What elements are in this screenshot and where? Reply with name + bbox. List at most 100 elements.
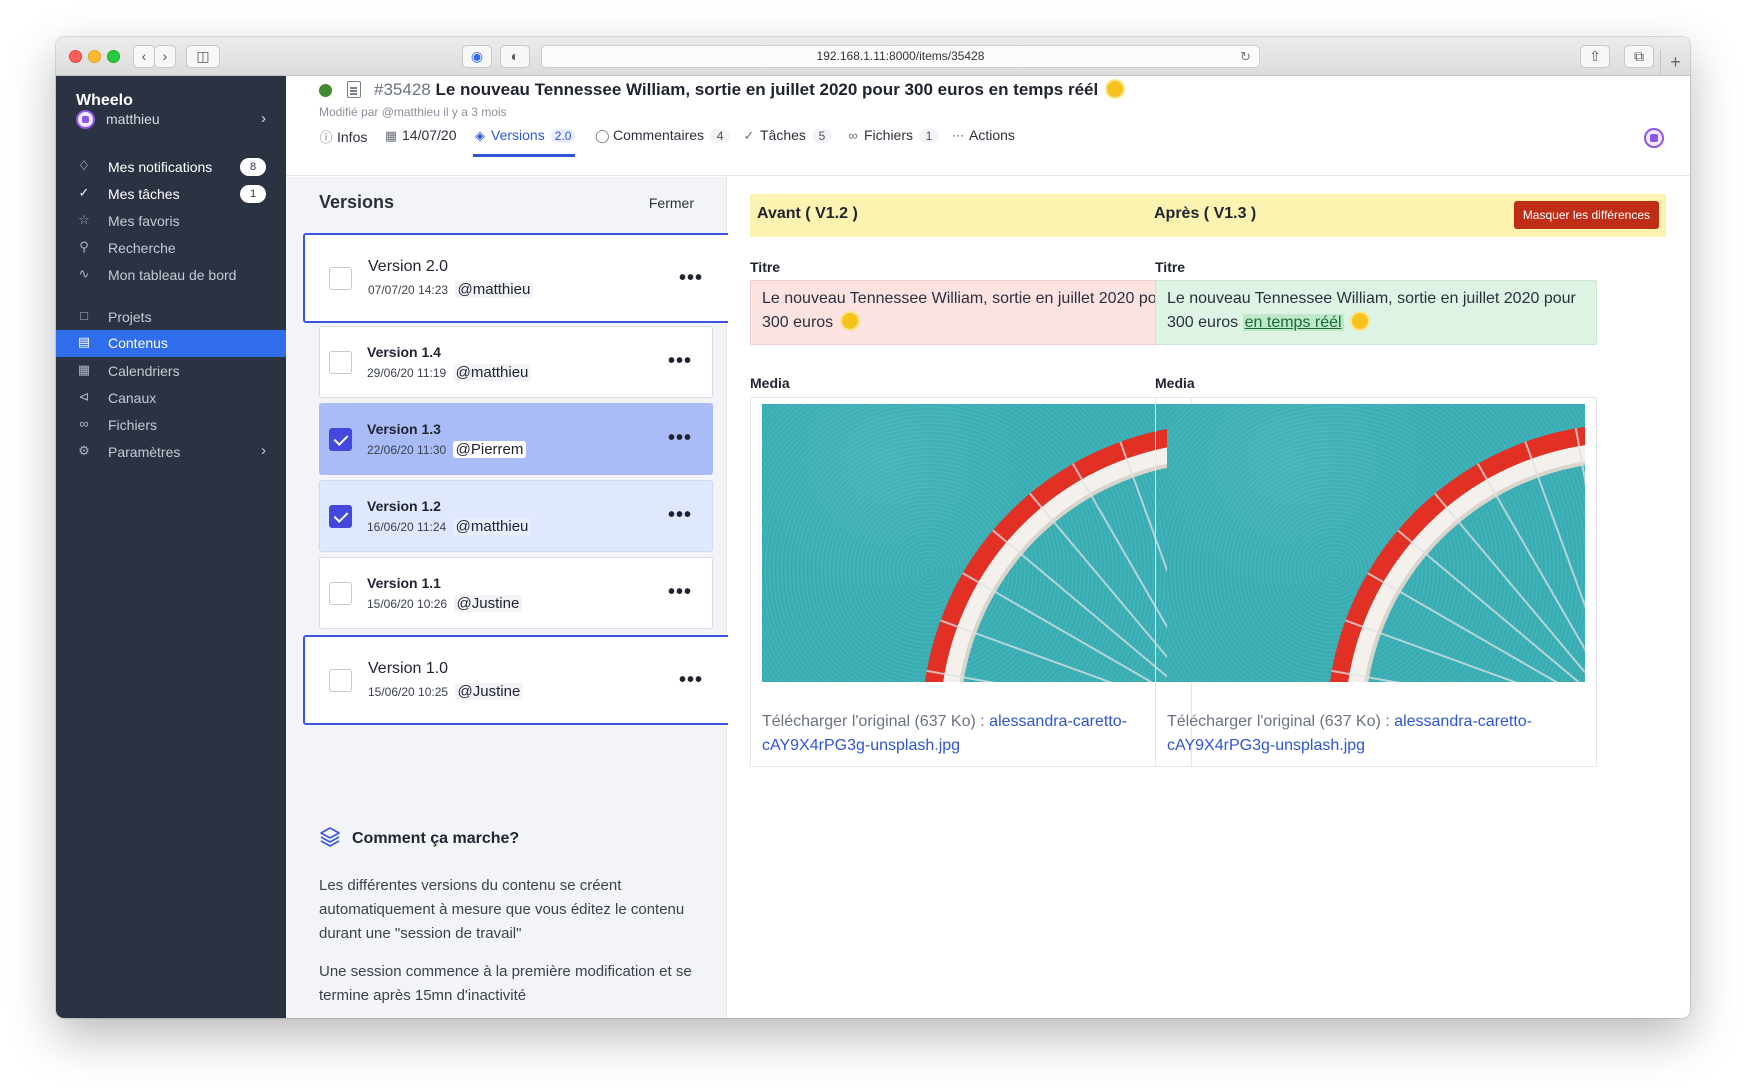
version-checkbox[interactable] [329,267,352,290]
layers-icon: ◈ [475,128,485,143]
close-window-button[interactable] [69,50,82,63]
more-icon[interactable]: ••• [668,351,692,371]
version-checkbox[interactable] [329,582,352,605]
version-checkbox[interactable] [329,351,352,374]
version-meta: 29/06/20 11:19 @matthieu [367,364,532,382]
bicycle-wheel-image [762,404,1180,682]
bicycle-wheel-image [1167,404,1585,682]
sidebar-item-notifications[interactable]: ♢ Mes notifications 8 [56,154,286,180]
sidebar-item-calendars[interactable]: ▦ Calendriers [56,358,286,384]
version-card[interactable]: Version 2.0 07/07/20 14:23 @matthieu ••• [303,233,741,323]
title-label: Titre [750,259,781,275]
calendar-icon: ▦ [77,362,91,377]
modified-info: Modifié par @matthieu il y a 3 mois [319,105,507,119]
sidebar-item-label: Mon tableau de bord [108,267,237,283]
version-name: Version 2.0 [368,258,449,275]
diff-header: Avant ( V1.2 ) Après ( V1.3 ) Masquer le… [750,194,1666,237]
tab-comments[interactable]: ◯ Commentaires 4 [595,127,731,157]
version-author: @Justine [453,595,523,612]
version-card[interactable]: Version 1.2 16/06/20 11:24 @matthieu ••• [319,480,713,552]
forward-icon[interactable]: › [154,45,176,68]
version-date: 15/06/20 10:26 [367,597,448,611]
sidebar-item-search[interactable]: ⚲ Recherche [56,235,286,261]
tab-count: 4 [710,129,731,143]
version-card[interactable]: Version 1.4 29/06/20 11:19 @matthieu ••• [319,326,713,398]
sun-emoji-icon [841,313,858,329]
sidebar-item-files[interactable]: ∞ Fichiers [56,412,286,438]
sidebar-item-contents[interactable]: ▤ Contenus [56,330,286,357]
layers-icon [320,827,340,847]
paperclip-icon: ∞ [79,416,89,431]
tab-files[interactable]: ∞ Fichiers 1 [846,127,940,157]
info-icon: ⓘ [319,130,333,145]
media-label: Media [1155,375,1195,391]
sidebar-item-channels[interactable]: ⊲ Canaux [56,385,286,411]
paperclip-icon: ∞ [848,128,858,143]
before-title-box: Le nouveau Tennessee William, sortie en … [750,280,1192,345]
sidebar-item-label: Paramètres [108,444,181,460]
sidebar-toggle-icon[interactable]: ◫ [186,45,220,68]
help-paragraph: Les différentes versions du contenu se c… [319,877,685,942]
versions-title: Versions [319,192,395,212]
version-name: Version 1.3 [367,421,441,437]
zoom-window-button[interactable] [107,50,120,63]
version-date: 07/07/20 14:23 [368,283,449,297]
tab-versions[interactable]: ◈ Versions 2.0 [473,127,576,157]
tab-actions[interactable]: ⋯ Actions [951,127,1015,157]
new-tab-icon[interactable]: + [1660,50,1690,76]
more-icon[interactable]: ••• [668,582,692,602]
tabs-overview-icon[interactable]: ⧉ [1624,45,1654,68]
content-id: #35428 [374,80,431,99]
version-card[interactable]: Version 1.0 15/06/20 10:25 @Justine ••• [303,635,741,725]
sidebar-item-label: Contenus [108,335,168,351]
tab-label: Versions [491,127,545,143]
version-checkbox[interactable] [329,505,352,528]
close-versions-button[interactable]: Fermer [649,195,694,211]
password-manager-icon[interactable]: ◉ [462,45,492,68]
hide-differences-button[interactable]: Masquer les différences [1513,201,1659,229]
version-card[interactable]: Version 1.3 22/06/20 11:30 @Pierrem ••• [319,403,713,475]
media-label: Media [750,375,790,391]
notifications-count-badge: 8 [240,158,266,176]
version-author: @Justine [454,683,524,700]
version-checkbox[interactable] [329,669,352,692]
tab-tasks[interactable]: ✓ Tâches 5 [742,127,832,157]
tab-label: Fichiers [864,127,914,143]
address-bar[interactable]: 192.168.1.11:8000/items/35428 ↻ [541,45,1260,68]
more-icon: ⋯ [951,128,965,143]
version-author: @matthieu [452,518,532,535]
tab-label: Commentaires [613,127,705,143]
avatar[interactable] [1644,128,1664,148]
share-icon: ⊲ [78,389,90,404]
more-icon[interactable]: ••• [668,505,692,525]
minimize-window-button[interactable] [88,50,101,63]
sidebar-item-tasks[interactable]: ✓ Mes tâches 1 [56,181,286,207]
reload-icon[interactable]: ↻ [1240,46,1251,67]
tab-infos[interactable]: ⓘ Infos [319,127,367,157]
more-icon[interactable]: ••• [679,268,703,288]
version-meta: 22/06/20 11:30 @Pierrem [367,441,527,459]
sidebar-item-favorites[interactable]: ☆ Mes favoris [56,208,286,234]
sidebar-item-dashboard[interactable]: ∿ Mon tableau de bord [56,262,286,288]
share-icon[interactable]: ⇧ [1580,45,1610,68]
back-icon[interactable]: ‹ [133,45,155,68]
sidebar-item-label: Projets [108,309,152,325]
document-icon: ▤ [77,334,91,349]
version-meta: 16/06/20 11:24 @matthieu [367,518,532,536]
content-title: Le nouveau Tennessee William, sortie en … [435,80,1099,99]
sidebar-item-label: Recherche [108,240,176,256]
shield-icon[interactable]: ◐ [500,45,530,68]
comment-icon: ◯ [595,128,610,143]
version-date: 16/06/20 11:24 [367,520,447,534]
user-menu[interactable]: matthieu › [76,110,268,130]
version-card[interactable]: Version 1.1 15/06/20 10:26 @Justine ••• [319,557,713,629]
version-checkbox[interactable] [329,428,352,451]
sidebar-item-settings[interactable]: ⚙ Paramètres › [56,439,286,465]
sidebar-item-projects[interactable]: □ Projets [56,304,286,330]
more-icon[interactable]: ••• [668,428,692,448]
tab-label: Tâches [760,127,806,143]
before-media-box: Télécharger l'original (637 Ko) : alessa… [750,397,1192,767]
version-date: 22/06/20 11:30 [367,443,447,457]
more-icon[interactable]: ••• [679,670,703,690]
tab-date[interactable]: ▦ 14/07/20 [384,127,457,157]
